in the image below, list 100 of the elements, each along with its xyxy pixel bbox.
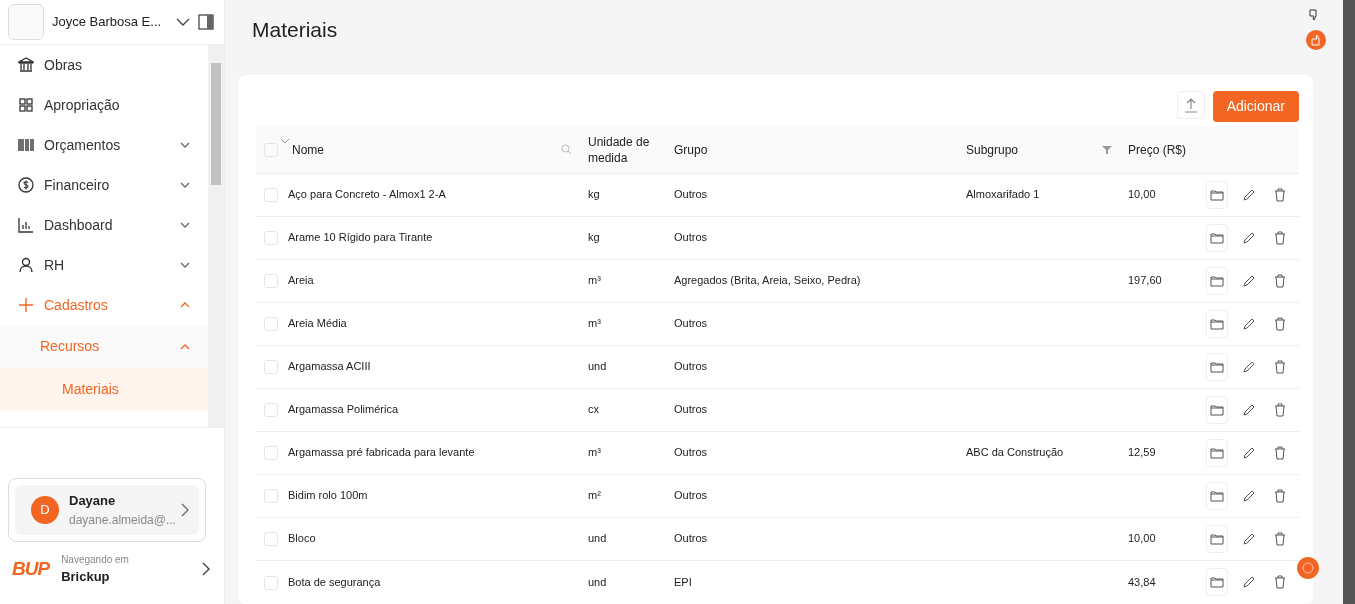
- table-cell: Areia Média: [288, 317, 347, 330]
- bank-icon: [18, 57, 34, 73]
- table-cell: 10,00: [1128, 532, 1156, 545]
- folder-button[interactable]: [1206, 524, 1228, 553]
- page-title: Materiais: [252, 17, 339, 43]
- pencil-icon: [1241, 187, 1256, 202]
- row-checkbox[interactable]: [264, 360, 278, 375]
- sidebar-toggle-icon[interactable]: [198, 14, 214, 30]
- grid-icon: [18, 97, 34, 113]
- row-checkbox[interactable]: [264, 575, 278, 590]
- company-name[interactable]: Joyce Barbosa E...: [52, 12, 168, 32]
- table-cell: und: [588, 532, 607, 545]
- menu-item[interactable]: Dashboard: [0, 205, 208, 245]
- table-cell: cx: [588, 403, 599, 416]
- table-cell: und: [588, 575, 607, 588]
- pencil-icon: [1241, 488, 1256, 503]
- folder-icon: [1209, 231, 1224, 244]
- menu-item[interactable]: Obras: [0, 45, 208, 85]
- trash-icon: [1274, 531, 1287, 546]
- pencil-icon: [1241, 230, 1256, 245]
- table-cell: EPI: [674, 575, 692, 588]
- table-cell: 12,59: [1128, 446, 1156, 459]
- menu-item[interactable]: Apropriação: [0, 85, 208, 125]
- table-cell: Outros: [674, 403, 707, 416]
- table-cell: Outros: [674, 446, 707, 459]
- table-cell: 43,84: [1128, 575, 1156, 588]
- user-name: Dayane: [69, 492, 117, 510]
- trash-icon: [1274, 445, 1287, 460]
- row-checkbox[interactable]: [264, 231, 278, 246]
- table-cell: Aço para Concreto - Almox1 2-A: [288, 188, 446, 201]
- table-cell: Outros: [674, 188, 707, 201]
- row-checkbox[interactable]: [264, 188, 278, 203]
- table-cell: m³: [588, 317, 601, 330]
- table-cell: Outros: [674, 317, 707, 330]
- pencil-icon: [1241, 531, 1256, 546]
- pencil-icon: [1241, 574, 1256, 589]
- table-cell: kg: [588, 231, 600, 244]
- user-card[interactable]: D Dayane dayane.almeida@...: [15, 485, 199, 535]
- scrollbar[interactable]: [208, 45, 224, 427]
- thumbs-up-button[interactable]: [1306, 30, 1326, 50]
- pencil-icon: [1241, 445, 1256, 460]
- table-cell: 10,00: [1128, 188, 1156, 201]
- folder-icon: [1209, 532, 1224, 545]
- table-cell: Argamassa pré fabricada para levante: [288, 446, 475, 459]
- table-cell: Areia: [288, 274, 314, 287]
- folder-icon: [1209, 317, 1224, 330]
- row-checkbox[interactable]: [264, 446, 278, 461]
- table-cell: und: [588, 360, 607, 373]
- menu-item[interactable]: Orçamentos: [0, 125, 208, 165]
- chevron-right-icon: [202, 561, 210, 576]
- filter-icon[interactable]: [1102, 144, 1112, 155]
- row-checkbox[interactable]: [264, 317, 278, 332]
- folder-icon: [1209, 446, 1224, 459]
- bar-chart-icon: [18, 217, 34, 233]
- trash-icon: [1274, 488, 1287, 503]
- workspace-name: Brickup: [61, 567, 111, 586]
- folder-icon: [1209, 188, 1224, 201]
- menu-item[interactable]: Financeiro: [0, 165, 208, 205]
- folder-button[interactable]: [1206, 567, 1228, 596]
- table-cell: ABC da Construção: [966, 446, 1064, 459]
- pencil-icon: [1241, 316, 1256, 331]
- folder-button[interactable]: [1206, 309, 1228, 338]
- folder-button[interactable]: [1206, 438, 1228, 467]
- scrollbar[interactable]: [1343, 0, 1355, 604]
- table-cell: Arame 10 Rígido para Tirante: [288, 231, 433, 244]
- folder-button[interactable]: [1206, 180, 1228, 209]
- menu-item[interactable]: RH: [0, 245, 208, 285]
- folder-button[interactable]: [1206, 352, 1228, 381]
- trash-icon: [1274, 230, 1287, 245]
- trash-icon: [1274, 273, 1287, 288]
- row-checkbox[interactable]: [264, 532, 278, 547]
- folder-button[interactable]: [1206, 266, 1228, 295]
- table-cell: m²: [588, 489, 601, 502]
- person-icon: [18, 257, 34, 273]
- folder-button[interactable]: [1206, 223, 1228, 252]
- folder-button[interactable]: [1206, 481, 1228, 510]
- table-cell: Argamassa ACIII: [288, 360, 371, 373]
- table-cell: kg: [588, 188, 600, 201]
- pencil-icon: [1241, 359, 1256, 374]
- barcode-icon: [18, 137, 34, 153]
- row-checkbox[interactable]: [264, 274, 278, 289]
- table-cell: m³: [588, 274, 601, 287]
- pencil-icon: [1241, 273, 1256, 288]
- folder-icon: [1209, 403, 1224, 416]
- thumbs-down-icon[interactable]: [1308, 9, 1320, 21]
- help-button[interactable]: [1297, 557, 1319, 579]
- plus-icon: [18, 297, 34, 313]
- chevron-down-icon[interactable]: [176, 17, 190, 27]
- folder-icon: [1209, 274, 1224, 287]
- folder-button[interactable]: [1206, 395, 1228, 424]
- chevron-right-icon: [181, 502, 189, 517]
- trash-icon: [1274, 574, 1287, 589]
- row-checkbox[interactable]: [264, 489, 278, 504]
- table-cell: Outros: [674, 360, 707, 373]
- table-cell: 197,60: [1128, 274, 1162, 287]
- row-checkbox[interactable]: [264, 403, 278, 418]
- table-cell: Argamassa Polimérica: [288, 403, 399, 416]
- table-cell: Bloco: [288, 532, 316, 545]
- workspace-logo: BUP: [12, 556, 50, 581]
- table-cell: Almoxarifado 1: [966, 188, 1040, 201]
